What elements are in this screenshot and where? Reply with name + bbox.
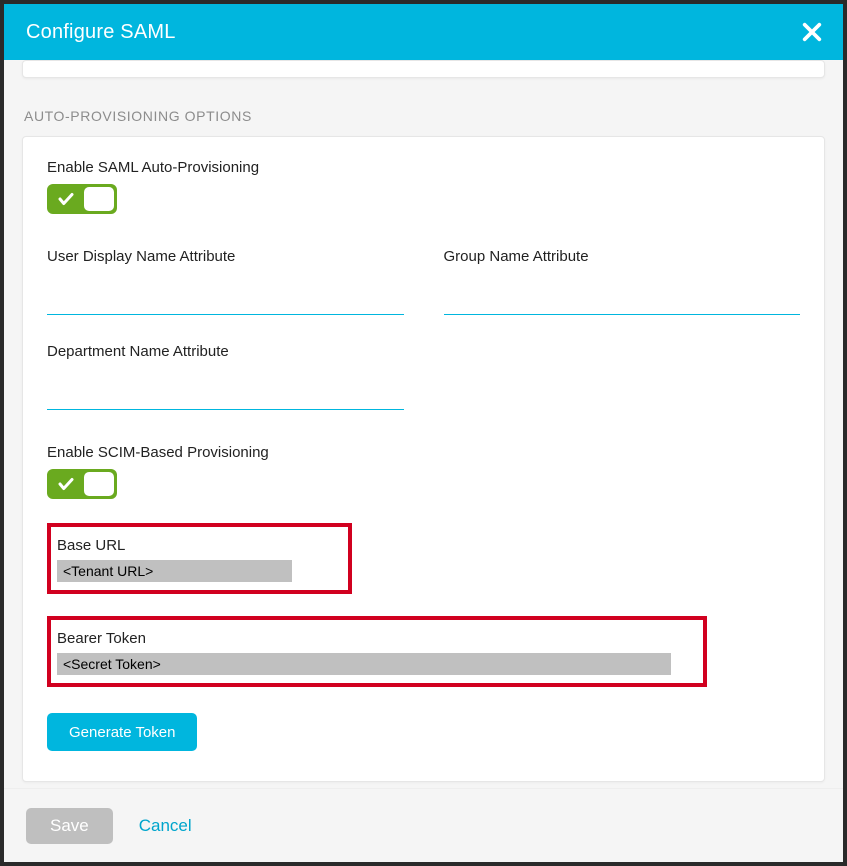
auto-provisioning-card: Enable SAML Auto-Provisioning User Displ…	[22, 136, 825, 782]
check-icon	[57, 190, 75, 208]
close-icon[interactable]	[801, 21, 823, 43]
modal-body-scroll[interactable]: AUTO-PROVISIONING OPTIONS Enable SAML Au…	[4, 60, 843, 788]
department-name-label: Department Name Attribute	[47, 343, 404, 360]
modal-content: AUTO-PROVISIONING OPTIONS Enable SAML Au…	[4, 60, 843, 788]
group-name-input[interactable]	[444, 279, 801, 315]
bearer-token-value[interactable]: <Secret Token>	[57, 653, 671, 675]
user-display-name-label: User Display Name Attribute	[47, 248, 404, 265]
enable-saml-toggle[interactable]	[47, 184, 117, 214]
modal-titlebar: Configure SAML	[4, 4, 843, 60]
department-name-input[interactable]	[47, 374, 404, 410]
modal-title: Configure SAML	[26, 21, 176, 44]
user-display-name-group: User Display Name Attribute	[47, 248, 404, 315]
attribute-row-2: Department Name Attribute	[47, 343, 800, 410]
bearer-token-callout: Bearer Token <Secret Token>	[47, 616, 707, 687]
group-name-group: Group Name Attribute	[444, 248, 801, 315]
enable-saml-label: Enable SAML Auto-Provisioning	[47, 159, 800, 176]
toggle-knob	[84, 187, 114, 211]
enable-saml-group: Enable SAML Auto-Provisioning	[47, 159, 800, 214]
group-name-label: Group Name Attribute	[444, 248, 801, 265]
generate-token-button[interactable]: Generate Token	[47, 713, 197, 751]
cancel-link[interactable]: Cancel	[139, 816, 192, 836]
attribute-row-1: User Display Name Attribute Group Name A…	[47, 248, 800, 315]
user-display-name-input[interactable]	[47, 279, 404, 315]
base-url-label: Base URL	[57, 537, 342, 554]
enable-scim-label: Enable SCIM-Based Provisioning	[47, 444, 800, 461]
section-title: AUTO-PROVISIONING OPTIONS	[24, 108, 825, 124]
toggle-knob	[84, 472, 114, 496]
enable-scim-toggle[interactable]	[47, 469, 117, 499]
department-name-group: Department Name Attribute	[47, 343, 404, 410]
modal-footer: Save Cancel	[4, 788, 843, 862]
bearer-token-label: Bearer Token	[57, 630, 697, 647]
previous-card-bottom	[22, 60, 825, 78]
save-button[interactable]: Save	[26, 808, 113, 844]
base-url-value[interactable]: <Tenant URL>	[57, 560, 292, 582]
base-url-callout: Base URL <Tenant URL>	[47, 523, 352, 594]
enable-scim-group: Enable SCIM-Based Provisioning	[47, 444, 800, 499]
modal-window: Configure SAML AUTO-PROVISIONING OPTIONS…	[4, 4, 843, 862]
check-icon	[57, 475, 75, 493]
